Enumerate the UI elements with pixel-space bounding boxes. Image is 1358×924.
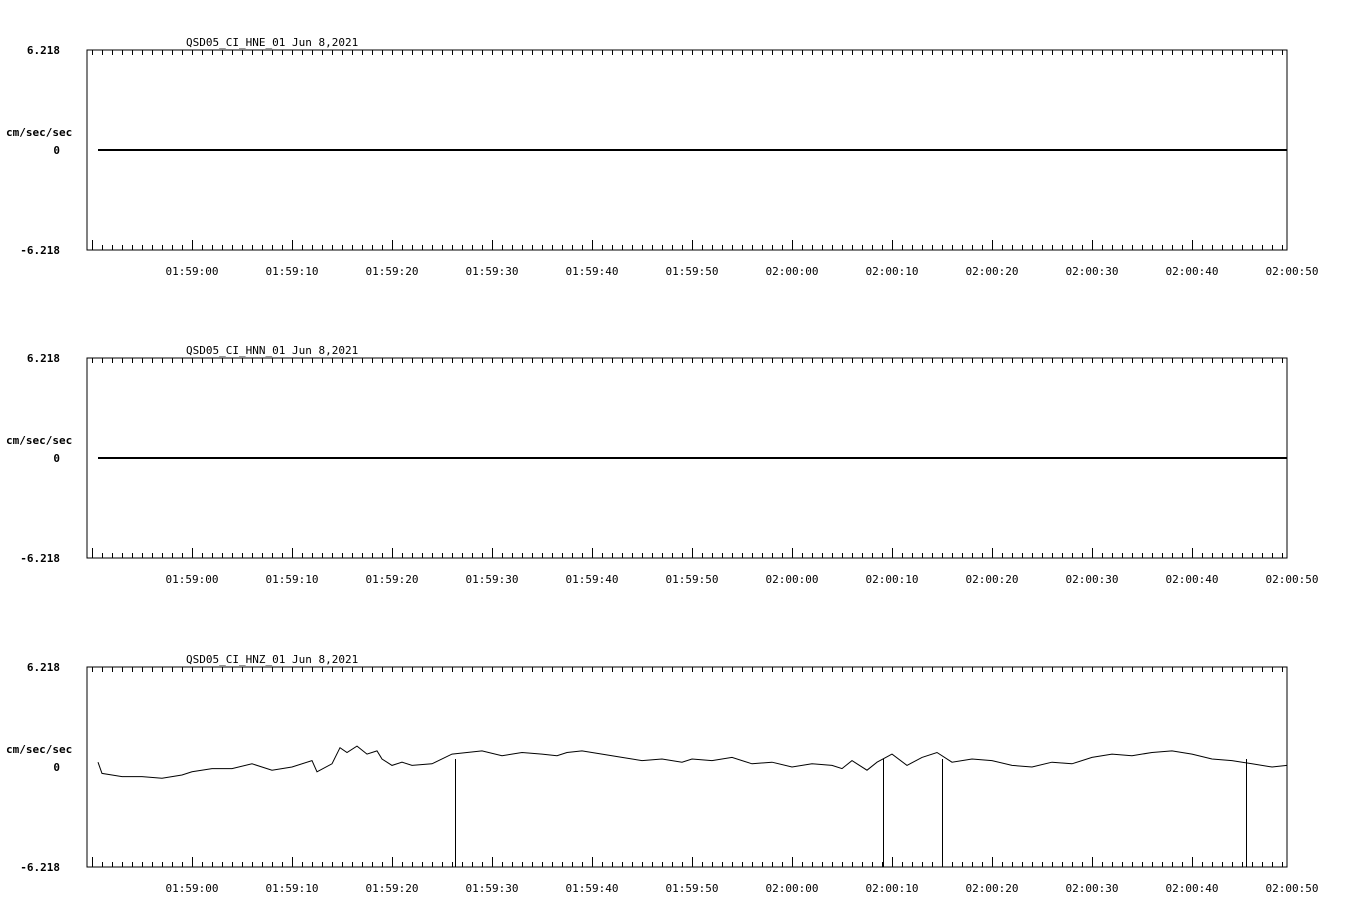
x-tick-label: 01:59:50 (666, 265, 719, 278)
x-tick-label: 01:59:30 (466, 573, 519, 586)
x-tick-label: 02:00:00 (766, 882, 819, 895)
x-tick-label: 01:59:00 (166, 882, 219, 895)
x-tick-label: 01:59:10 (266, 573, 319, 586)
y-axis-label: cm/sec/sec (6, 434, 72, 447)
chart-panel-2: QSD05_CI_HNN_01 Jun 8,2021 cm/sec/sec 6.21… (6, 344, 1318, 586)
y-axis-label: cm/sec/sec (6, 126, 72, 139)
x-tick-label: 01:59:40 (566, 265, 619, 278)
y-tick-label: 0 (53, 144, 60, 157)
x-tick-label: 02:00:20 (966, 573, 1019, 586)
chart-panel-1: QSD05_CI_HNE_01 Jun 8,2021 cm/sec/sec 6.21… (6, 36, 1318, 278)
x-tick-label: 02:00:40 (1166, 882, 1219, 895)
x-tick-label: 01:59:20 (366, 573, 419, 586)
trace-series-1 (97, 745, 1288, 779)
y-tick-label: 0 (53, 761, 60, 774)
chart-title: QSD05_CI_HNN_01 Jun 8,2021 (186, 344, 358, 357)
x-tick-label: 02:00:10 (866, 265, 919, 278)
x-tick-label: 01:59:00 (166, 265, 219, 278)
x-tick-label: 02:00:50 (1266, 882, 1319, 895)
x-tick-label: 01:59:10 (266, 882, 319, 895)
x-tick-label: 02:00:40 (1166, 265, 1219, 278)
x-tick-label: 01:59:30 (466, 265, 519, 278)
x-tick-label: 02:00:30 (1066, 573, 1119, 586)
x-tick-label: 02:00:40 (1166, 573, 1219, 586)
y-tick-label: -6.218 (20, 552, 60, 565)
plot-frame (86, 666, 1288, 868)
x-tick-label: 01:59:40 (566, 882, 619, 895)
x-tick-label: 01:59:20 (366, 882, 419, 895)
y-tick-label: -6.218 (20, 244, 60, 257)
y-tick-label: 6.218 (27, 352, 60, 365)
x-tick-label: 02:00:00 (766, 573, 819, 586)
y-tick-label: 6.218 (27, 661, 60, 674)
chart-panel-3: QSD05_CI_HNZ_01 Jun 8,2021 cm/sec/sec 6.21… (6, 653, 1318, 895)
x-tick-label: 01:59:00 (166, 573, 219, 586)
seismogram-figure: QSD05_CI_HNE_01 Jun 8,2021 cm/sec/sec 6.21… (6, 36, 1318, 895)
x-tick-label: 01:59:10 (266, 265, 319, 278)
x-tick-label: 01:59:50 (666, 882, 719, 895)
x-tick-label: 02:00:10 (866, 882, 919, 895)
x-tick-label: 02:00:00 (766, 265, 819, 278)
x-tick-label: 02:00:10 (866, 573, 919, 586)
x-tick-label: 01:59:50 (666, 573, 719, 586)
x-tick-label: 02:00:30 (1066, 265, 1119, 278)
x-tick-label: 02:00:30 (1066, 882, 1119, 895)
x-tick-label: 01:59:30 (466, 882, 519, 895)
y-tick-label: 6.218 (27, 44, 60, 57)
x-tick-label: 02:00:20 (966, 882, 1019, 895)
chart-title: QSD05_CI_HNZ_01 Jun 8,2021 (186, 653, 358, 666)
axis-ticks (92, 667, 1283, 867)
x-tick-label: 01:59:20 (366, 265, 419, 278)
x-tick-label: 02:00:20 (966, 265, 1019, 278)
x-tick-label: 01:59:40 (566, 573, 619, 586)
chart-title: QSD05_CI_HNE_01 Jun 8,2021 (186, 36, 358, 49)
x-tick-label: 02:00:50 (1266, 265, 1319, 278)
y-tick-label: -6.218 (20, 861, 60, 874)
y-axis-label: cm/sec/sec (6, 743, 72, 756)
x-tick-label: 02:00:50 (1266, 573, 1319, 586)
y-tick-label: 0 (53, 452, 60, 465)
